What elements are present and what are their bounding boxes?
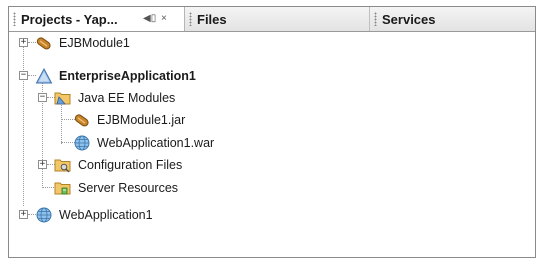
tree-item-ejbmodule1[interactable]: EJBModule1	[35, 32, 130, 54]
tree-item-server-resources[interactable]: Server Resources	[54, 177, 178, 199]
tree-item-label: WebApplication1	[59, 208, 153, 222]
drag-grip-icon[interactable]	[374, 12, 377, 26]
bean-icon	[74, 114, 89, 127]
expand-toggle-ejbmodule1[interactable]: +	[19, 38, 28, 47]
tab-files[interactable]: Files	[185, 7, 370, 31]
tab-services-label: Services	[382, 11, 436, 27]
tree-item-ejbmodule1-jar[interactable]: EJBModule1.jar	[73, 109, 185, 131]
folder-modules-icon	[54, 92, 71, 105]
globe-icon	[36, 207, 52, 223]
expand-toggle-webapplication1[interactable]: +	[19, 210, 28, 219]
tree-connector	[23, 42, 24, 206]
tab-projects[interactable]: Projects - Yap... ◀▯ ×	[9, 7, 185, 31]
triangle-icon	[35, 67, 53, 84]
projects-window: Projects - Yap... ◀▯ × Files Services + …	[8, 6, 536, 258]
tab-projects-label: Projects - Yap...	[21, 11, 118, 27]
tree-item-label: Java EE Modules	[78, 91, 176, 105]
tree-item-label: Server Resources	[78, 181, 179, 195]
folder-config-icon	[54, 159, 71, 173]
tree-item-label: Configuration Files	[78, 158, 183, 172]
tree-item-webapplication1-war[interactable]: WebApplication1.war	[73, 132, 214, 154]
globe-icon	[74, 135, 90, 151]
drag-grip-icon[interactable]	[13, 12, 16, 26]
collapse-toggle-enterpriseapplication1[interactable]: −	[19, 71, 28, 80]
drag-grip-icon[interactable]	[189, 12, 192, 26]
tree-item-configuration-files[interactable]: Configuration Files	[54, 154, 182, 176]
bean-icon	[36, 37, 51, 50]
expand-toggle-configuration-files[interactable]: +	[38, 160, 47, 169]
collapse-toggle-java-ee-modules[interactable]: −	[38, 93, 47, 102]
tab-files-label: Files	[197, 11, 227, 27]
tree-item-label: EnterpriseApplication1	[59, 69, 196, 83]
tree-item-webapplication1[interactable]: WebApplication1	[35, 204, 153, 226]
tree-item-label: WebApplication1.war	[97, 136, 215, 150]
minimize-window-icon[interactable]: ◀▯	[143, 13, 156, 24]
tab-bar: Projects - Yap... ◀▯ × Files Services	[9, 7, 535, 32]
tree-item-label: EJBModule1.jar	[97, 113, 186, 127]
close-tab-icon[interactable]: ×	[161, 13, 167, 24]
tree-item-java-ee-modules[interactable]: Java EE Modules	[54, 87, 175, 109]
tab-services[interactable]: Services	[370, 7, 535, 31]
tree-item-enterpriseapplication1[interactable]: EnterpriseApplication1	[35, 65, 196, 87]
tree-item-label: EJBModule1	[59, 36, 130, 50]
project-tree: + − − + + EJBModule1 EnterpriseApplicati…	[9, 32, 535, 257]
folder-server-icon	[54, 182, 71, 195]
